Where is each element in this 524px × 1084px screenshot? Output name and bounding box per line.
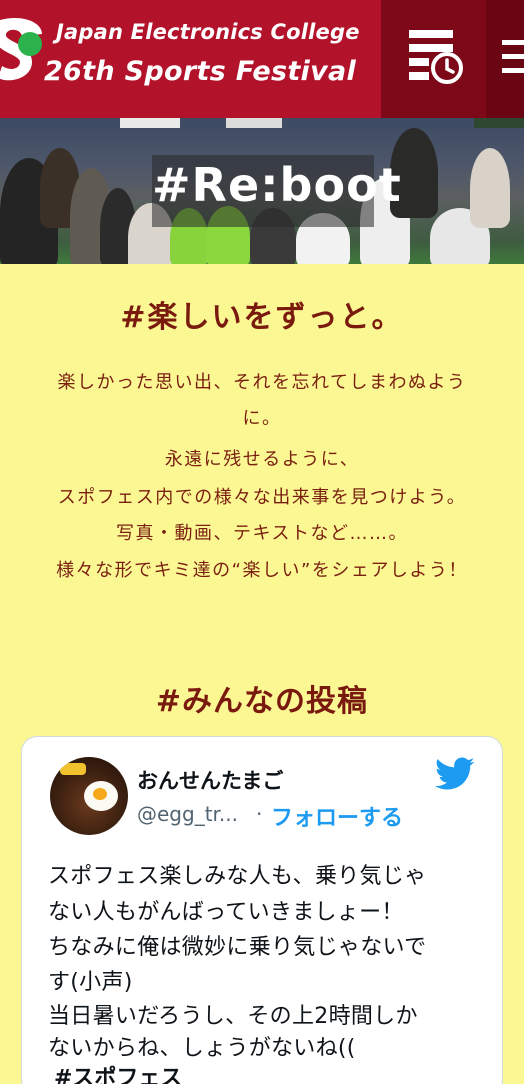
group-photo-person: [470, 148, 510, 228]
handle-separator: ·: [256, 802, 263, 826]
college-name: Japan Electronics College: [56, 20, 360, 44]
follow-button[interactable]: フォローする: [271, 800, 403, 832]
tweet-text-line: す(小声): [48, 970, 133, 995]
schedule-list-clock-icon: [409, 30, 463, 84]
avatar[interactable]: [50, 757, 128, 835]
tweet-text-line: 当日暑いだろうし、その上2時間しか: [48, 1004, 418, 1029]
tweet-text-line: ない人もがんばっていきましょー！: [48, 900, 404, 925]
intro-line: 写真・動画、テキストなど……。: [116, 523, 408, 544]
hero-banner: #Re:boot: [0, 118, 524, 264]
tweet-text-line: ないからね、しょうがないね((: [48, 1036, 356, 1061]
stadium-sign: [226, 118, 282, 128]
intro-line: に。: [242, 408, 282, 429]
intro-line: 様々な形でキミ達の“楽しい”をシェアしよう！: [56, 560, 468, 581]
hero-title: #Re:boot: [152, 158, 402, 212]
logo-green-dot: [18, 32, 42, 56]
tweet-display-name[interactable]: おんせんたまご: [137, 765, 283, 795]
intro-line: スポフェス内での様々な出来事を見つけよう。: [57, 487, 467, 508]
stadium-sign: [120, 118, 180, 128]
schedule-button[interactable]: [381, 0, 486, 118]
posts-heading: #みんなの投稿: [155, 684, 369, 719]
intro-heading: #楽しいをずっと。: [120, 300, 404, 335]
twitter-bird-icon[interactable]: [435, 757, 475, 791]
intro-line: 楽しかった思い出、それを忘れてしまわぬよう: [57, 372, 467, 393]
tweet-handle[interactable]: @egg_tr...: [137, 802, 238, 826]
avatar-food-detail: [60, 763, 86, 775]
menu-button[interactable]: [486, 0, 524, 118]
festival-name: 26th Sports Festival: [44, 56, 357, 87]
avatar-yolk: [93, 788, 107, 800]
intro-line: 永遠に残せるように、: [164, 449, 360, 470]
stadium-sign: [474, 118, 524, 128]
tweet-text-line: スポフェス楽しみな人も、乗り気じゃ: [48, 864, 427, 889]
tweet-text-line: ちなみに俺は微妙に乗り気じゃないで: [48, 935, 427, 960]
hamburger-menu-icon: [502, 40, 524, 73]
page: Japan Electronics College 26th Sports Fe…: [0, 0, 524, 1084]
site-header: Japan Electronics College 26th Sports Fe…: [0, 0, 524, 118]
tweet-hashtag[interactable]: #スポフェス: [54, 1060, 182, 1084]
